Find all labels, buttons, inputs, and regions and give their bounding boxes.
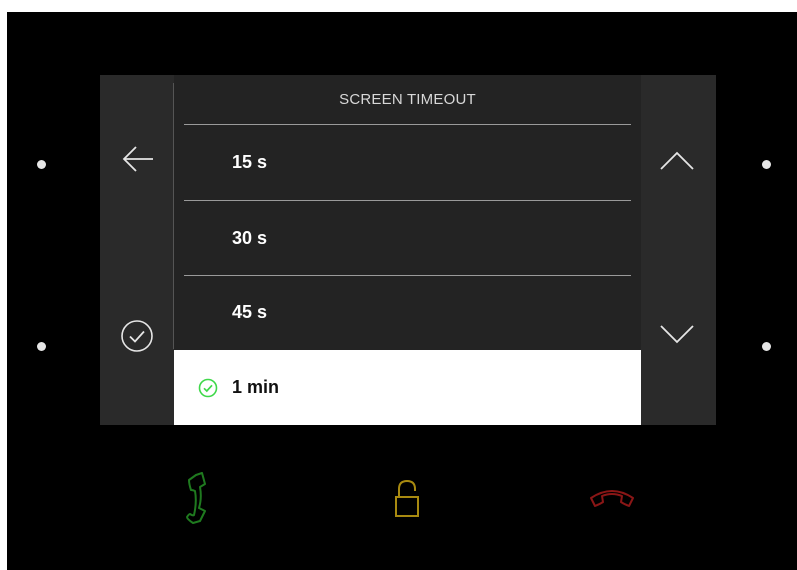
option-label: 1 min bbox=[232, 377, 280, 397]
chevron-down-icon bbox=[660, 325, 694, 344]
indicator-dot bbox=[762, 342, 771, 351]
phone-hangup-icon bbox=[590, 490, 634, 507]
option-1min[interactable]: 1 min bbox=[174, 350, 641, 425]
option-label: 45 s bbox=[232, 302, 268, 322]
arrow-left-icon bbox=[122, 146, 153, 172]
confirm-button[interactable] bbox=[120, 319, 154, 353]
timeout-options-panel: SCREEN TIMEOUT 15 s 30 s 45 s 1 min bbox=[174, 75, 641, 425]
indicator-dot bbox=[37, 160, 46, 169]
scroll-up-button[interactable] bbox=[659, 151, 695, 171]
scroll-down-button[interactable] bbox=[659, 324, 695, 344]
back-button[interactable] bbox=[120, 145, 156, 173]
indicator-dot bbox=[762, 160, 771, 169]
intercom-device: SCREEN TIMEOUT 15 s 30 s 45 s 1 min bbox=[7, 12, 797, 570]
unlock-icon bbox=[395, 479, 419, 517]
hang-up-button[interactable] bbox=[587, 482, 637, 510]
option-label: 15 s bbox=[232, 152, 268, 172]
display-screen: SCREEN TIMEOUT 15 s 30 s 45 s 1 min bbox=[100, 75, 716, 425]
right-control-column bbox=[641, 75, 716, 425]
left-control-column bbox=[100, 75, 174, 425]
answer-call-button[interactable] bbox=[183, 472, 217, 526]
option-45s[interactable]: 45 s bbox=[174, 275, 641, 350]
option-label: 30 s bbox=[232, 228, 268, 248]
screen-title: SCREEN TIMEOUT bbox=[339, 91, 476, 108]
option-15s[interactable]: 15 s bbox=[174, 125, 641, 200]
phone-answer-icon bbox=[186, 472, 206, 524]
unlock-door-button[interactable] bbox=[394, 479, 420, 519]
selected-check-icon bbox=[198, 378, 218, 398]
check-circle-icon bbox=[121, 320, 153, 352]
indicator-dot bbox=[37, 342, 46, 351]
option-30s[interactable]: 30 s bbox=[174, 201, 641, 276]
chevron-up-icon bbox=[660, 151, 694, 170]
